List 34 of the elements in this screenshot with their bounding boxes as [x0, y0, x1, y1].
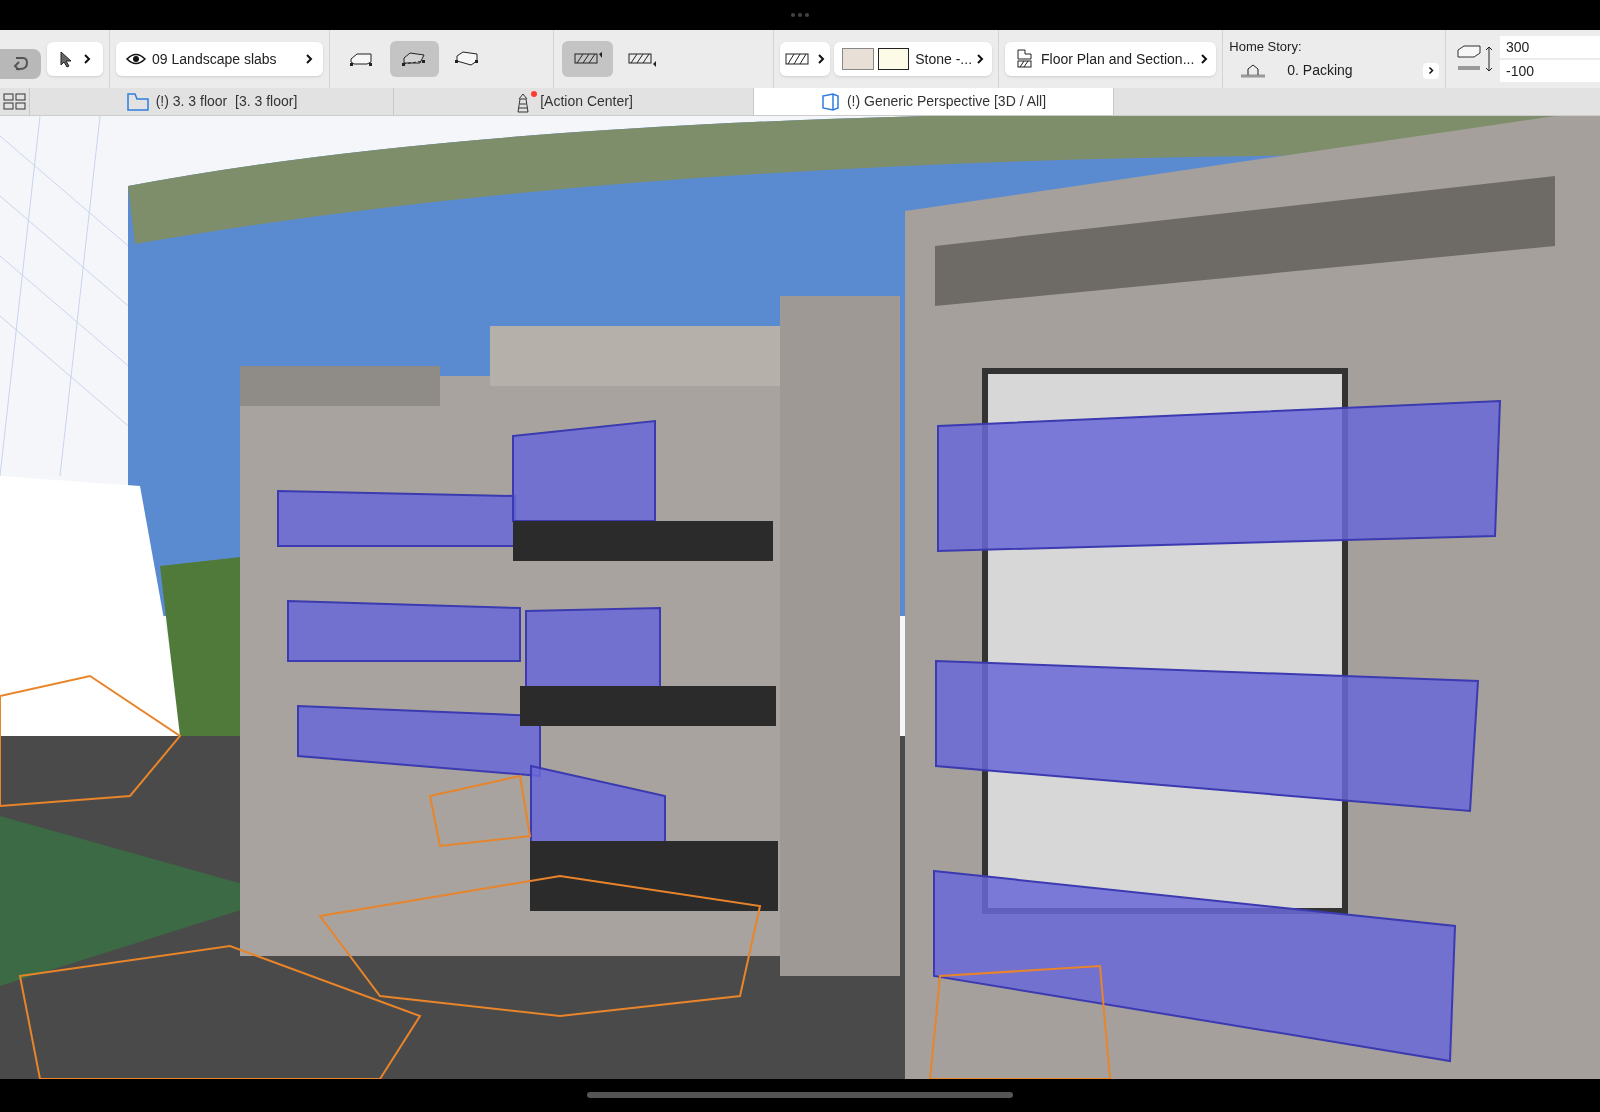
eye-icon [126, 53, 147, 65]
story-menu-button[interactable] [1423, 62, 1439, 79]
arrow-tool-button[interactable] [46, 42, 104, 76]
slab-geometry-button[interactable] [390, 41, 439, 77]
view-type-icon [125, 91, 150, 112]
color-swatch-icon [877, 48, 910, 70]
chevron-icon [304, 53, 313, 65]
view-tab[interactable]: (!) 3. 3 floor [3. 3 floor] [30, 88, 394, 115]
layer-dropdown[interactable]: 09 Landscape slabs [116, 42, 323, 76]
hatched-slab-icon [627, 51, 658, 67]
chevron-icon [1428, 66, 1434, 76]
surface-dropdown[interactable]: Stone -... [834, 42, 993, 76]
grid-view-icon[interactable] [0, 88, 30, 115]
hatch-pattern-icon [784, 53, 809, 65]
fill-dropdown[interactable] [779, 42, 831, 76]
view-type-icon [820, 91, 841, 112]
snap-button[interactable] [0, 49, 41, 79]
home-story-label: Home Story: [1229, 37, 1303, 56]
slab-hatch-button[interactable] [562, 41, 613, 77]
slab-icon [452, 50, 481, 68]
pointer-icon [58, 50, 73, 68]
chevron-icon [816, 53, 825, 65]
stone-swatch-icon [842, 48, 874, 70]
chevron-icon [976, 53, 985, 65]
view-setting-dropdown[interactable]: Floor Plan and Section... [1005, 42, 1217, 76]
view-tab[interactable]: (!) Generic Perspective [3D / All] [754, 88, 1114, 115]
multitasking-dots-icon[interactable] [791, 13, 809, 17]
house-icon [1239, 63, 1268, 78]
elevation-input[interactable]: -100 [1500, 60, 1600, 82]
elevation-input[interactable]: 300 [1500, 36, 1600, 58]
chevron-icon [82, 53, 91, 65]
chevron-icon [1200, 53, 1209, 65]
hatched-slab-icon [572, 51, 603, 67]
home-story-value: 0. Packing [1287, 61, 1354, 81]
